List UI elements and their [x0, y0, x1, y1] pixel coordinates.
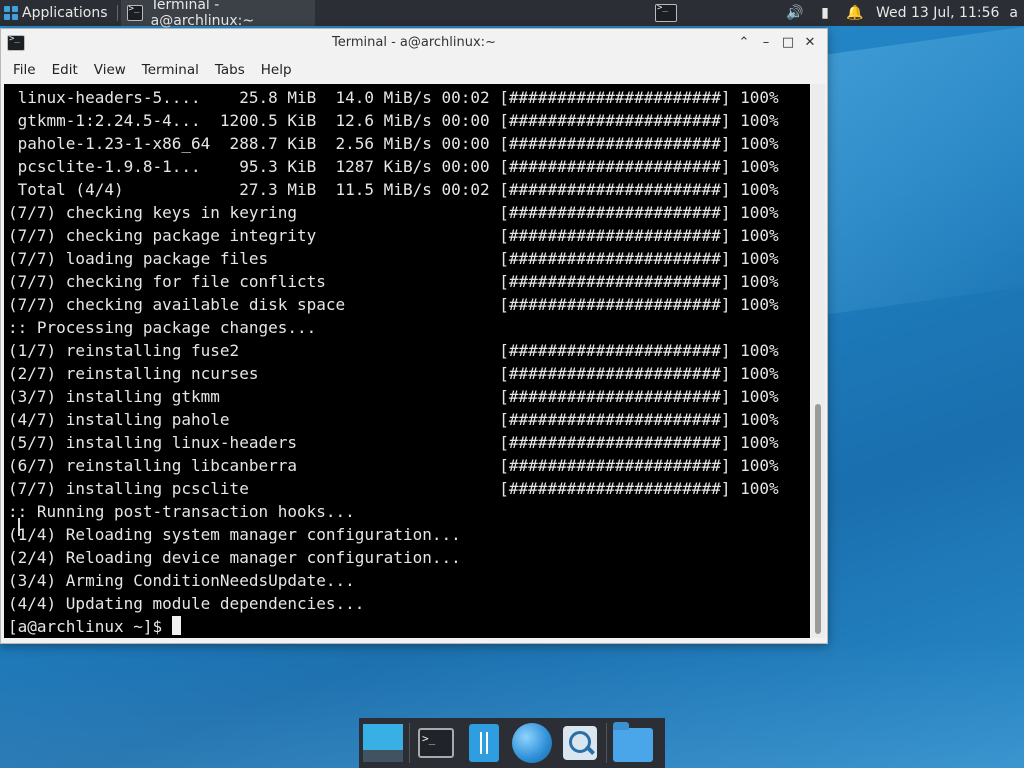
terminal-line: (7/7) loading package files [###########… — [8, 249, 779, 268]
menu-tabs[interactable]: Tabs — [207, 62, 253, 78]
terminal-output[interactable]: linux-headers-5.... 25.8 MiB 14.0 MiB/s … — [4, 84, 810, 638]
file-manager-icon — [469, 724, 499, 762]
home-folder-icon — [613, 722, 653, 762]
terminal-line: (4/4) Updating module dependencies... — [8, 594, 365, 613]
terminal-line: (1/7) reinstalling fuse2 [##############… — [8, 341, 779, 360]
taskbar-terminal-button[interactable]: Terminal - a@archlinux:~ — [120, 0, 315, 29]
file-manager-launcher[interactable] — [461, 720, 507, 766]
shell-prompt: [a@archlinux ~]$ — [8, 617, 172, 636]
dock: >_ — [359, 718, 665, 768]
maximize-button[interactable]: □ — [777, 33, 799, 53]
terminal-line: pcsclite-1.9.8-1... 95.3 KiB 1287 KiB/s … — [8, 157, 779, 176]
terminal-prompt-line: [a@archlinux ~]$ — [8, 615, 810, 638]
terminal-line: linux-headers-5.... 25.8 MiB 14.0 MiB/s … — [8, 88, 779, 107]
applications-label: Applications — [22, 5, 108, 21]
terminal-line: (7/7) checking package integrity [######… — [8, 226, 779, 245]
terminal-line: (5/7) installing linux-headers [########… — [8, 433, 779, 452]
terminal-line: (7/7) checking keys in keyring [########… — [8, 203, 779, 222]
terminal-line: pahole-1.23-1-x86_64 288.7 KiB 2.56 MiB/… — [8, 134, 779, 153]
applications-menu-button[interactable]: Applications — [0, 0, 114, 26]
terminal-line: (7/7) installing pcsclite [#############… — [8, 479, 779, 498]
menu-view[interactable]: View — [86, 62, 134, 78]
terminal-line: :: Processing package changes... — [8, 318, 317, 337]
terminal-launcher-button[interactable] — [652, 1, 680, 25]
window-titlebar[interactable]: Terminal - a@archlinux:~ ⌃ – □ ✕ — [1, 29, 827, 57]
menu-edit[interactable]: Edit — [44, 62, 86, 78]
web-browser-icon — [512, 723, 552, 763]
home-folder-launcher[interactable] — [610, 720, 656, 766]
terminal-line: (7/7) checking available disk space [###… — [8, 295, 779, 314]
terminal-line: (2/7) reinstalling ncurses [############… — [8, 364, 779, 383]
menu-file[interactable]: File — [5, 62, 44, 78]
terminal-line: (3/7) installing gtkmm [################… — [8, 387, 779, 406]
show-desktop-icon — [363, 724, 403, 762]
terminal-line: Total (4/4) 27.3 MiB 11.5 MiB/s 00:02 [#… — [8, 180, 779, 199]
window-title: Terminal - a@archlinux:~ — [332, 35, 496, 50]
terminal-line: :: Running post-transaction hooks... — [8, 502, 355, 521]
app-finder-icon — [563, 726, 597, 760]
window-controls: ⌃ – □ ✕ — [733, 33, 821, 53]
notifications-icon[interactable]: 🔔 — [846, 4, 864, 22]
terminal-line: (7/7) checking for file conflicts [#####… — [8, 272, 779, 291]
text-cursor — [171, 616, 181, 635]
menu-help[interactable]: Help — [253, 62, 300, 78]
terminal-icon — [655, 3, 677, 22]
terminal-line: (6/7) reinstalling libcanberra [########… — [8, 456, 779, 475]
system-tray: 🔊 ▮ 🔔 Wed 13 Jul, 11:56 a — [780, 0, 1024, 26]
applications-icon — [4, 6, 18, 20]
dock-separator — [606, 723, 607, 763]
user-menu[interactable]: a — [1009, 5, 1018, 21]
terminal-window: Terminal - a@archlinux:~ ⌃ – □ ✕ File Ed… — [0, 28, 828, 644]
battery-icon[interactable]: ▮ — [816, 4, 834, 22]
clock[interactable]: Wed 13 Jul, 11:56 — [876, 5, 999, 21]
top-panel: Applications Terminal - a@archlinux:~ 🔊 … — [0, 0, 1024, 29]
scrollbar-thumb[interactable] — [815, 404, 821, 634]
terminal-launcher[interactable]: >_ — [413, 720, 459, 766]
menubar: File Edit View Terminal Tabs Help — [1, 57, 827, 83]
terminal-line: (2/4) Reloading device manager configura… — [8, 548, 461, 567]
taskbar-terminal-label: Terminal - a@archlinux:~ — [150, 0, 255, 29]
terminal-lines: linux-headers-5.... 25.8 MiB 14.0 MiB/s … — [4, 84, 810, 638]
mouse-ibeam-cursor — [18, 518, 20, 536]
web-browser-launcher[interactable] — [509, 720, 555, 766]
panel-separator — [116, 5, 118, 21]
minimize-button[interactable]: – — [755, 33, 777, 53]
terminal-scrollbar[interactable] — [811, 84, 825, 638]
menu-terminal[interactable]: Terminal — [134, 62, 207, 78]
app-finder-launcher[interactable] — [557, 720, 603, 766]
terminal-line: (3/4) Arming ConditionNeedsUpdate... — [8, 571, 355, 590]
terminal-line: (4/7) installing pahole [###############… — [8, 410, 779, 429]
shade-button[interactable]: ⌃ — [733, 33, 755, 53]
terminal-icon: >_ — [418, 728, 454, 758]
terminal-icon — [126, 4, 143, 21]
volume-icon[interactable]: 🔊 — [786, 4, 804, 22]
dock-separator — [409, 723, 410, 763]
terminal-line: gtkmm-1:2.24.5-4... 1200.5 KiB 12.6 MiB/… — [8, 111, 779, 130]
terminal-line: (1/4) Reloading system manager configura… — [8, 525, 461, 544]
close-button[interactable]: ✕ — [799, 33, 821, 53]
show-desktop-button[interactable] — [360, 720, 406, 766]
